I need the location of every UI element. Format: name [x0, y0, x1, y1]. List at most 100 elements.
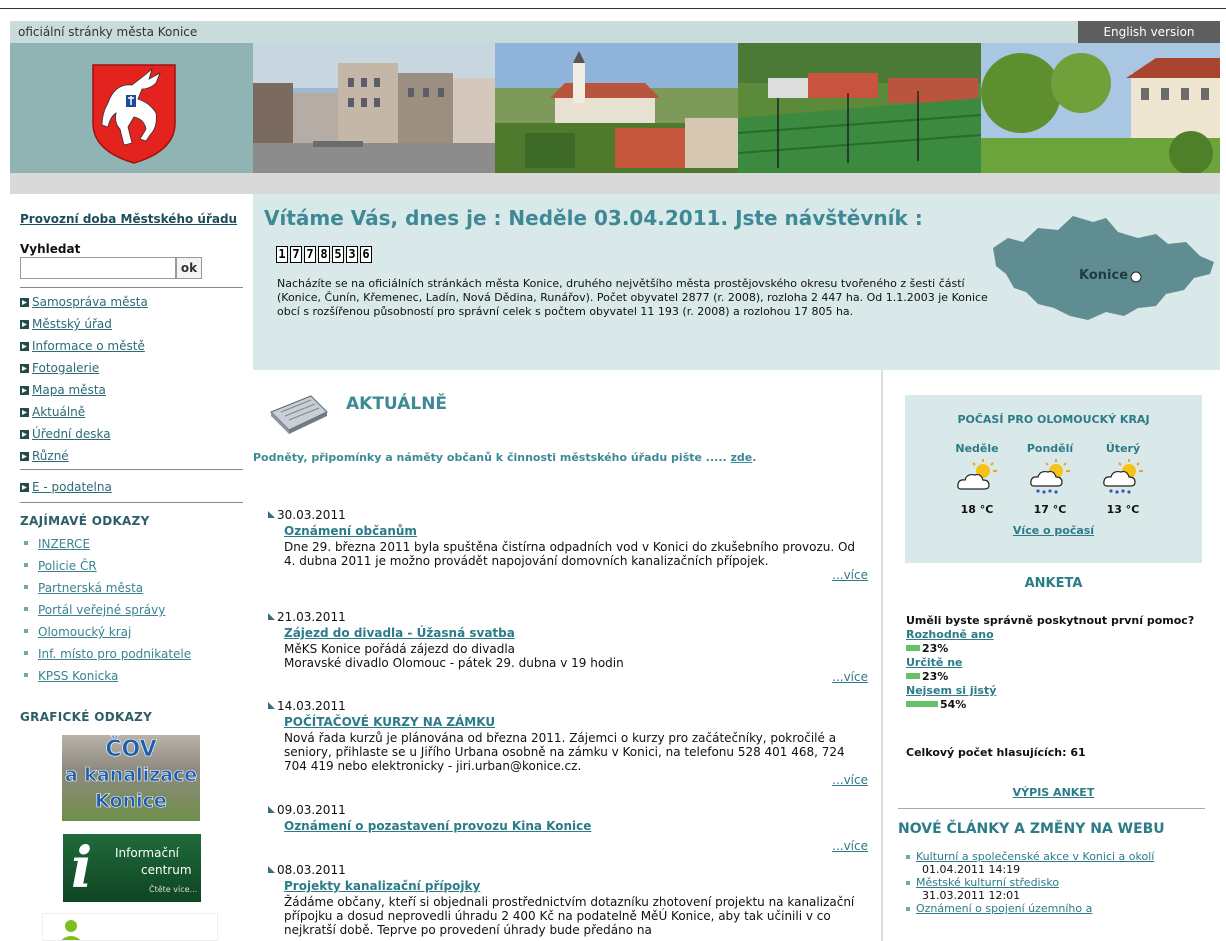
- link-olomoucky-kraj[interactable]: Olomoucký kraj: [20, 621, 243, 643]
- weather-more-link[interactable]: Více o počasí: [905, 524, 1202, 537]
- cov-banner-link[interactable]: ČOV a kanalizace Konice: [62, 735, 200, 821]
- menu-item-mestsky-urad[interactable]: Městský úřad: [20, 313, 243, 335]
- news-column: AKTUÁLNĚ Podněty, připomínky a náměty ob…: [253, 370, 883, 941]
- poll-question: Uměli byste správně poskytnout první pom…: [906, 614, 1195, 627]
- news-title-link[interactable]: Zájezd do divadla - Úžasná svatba: [284, 626, 868, 642]
- poll-result: 54%: [906, 698, 1206, 712]
- menu-item-mapa[interactable]: Mapa města: [20, 379, 243, 401]
- arrow-square-icon: [20, 408, 29, 417]
- epodatelna-menu: E - podatelna: [20, 476, 243, 498]
- search-button[interactable]: ok: [176, 257, 202, 279]
- weather-box: POČASÍ PRO OLOMOUCKÝ KRAJ Neděle Pondělí…: [905, 395, 1202, 563]
- arrow-square-icon: [20, 452, 29, 461]
- link-partnerska-mesta[interactable]: Partnerská města: [20, 577, 243, 599]
- weather-title: POČASÍ PRO OLOMOUCKÝ KRAJ: [957, 413, 1150, 426]
- office-hours-link[interactable]: Provozní doba Městského úřadu: [20, 212, 237, 226]
- new-article-link[interactable]: Městské kulturní středisko: [906, 876, 1196, 889]
- news-item: 08.03.2011 Projekty kanalizační přípojky…: [268, 863, 868, 937]
- menu-item-ruzne[interactable]: Různé: [20, 445, 243, 467]
- menu-item-fotogalerie[interactable]: Fotogalerie: [20, 357, 243, 379]
- news-date: 08.03.2011: [268, 863, 868, 879]
- menu-item-aktualne[interactable]: Aktuálně: [20, 401, 243, 423]
- weather-temp: 13 °C: [1106, 503, 1140, 516]
- poll-bar: [906, 701, 938, 707]
- news-more-link[interactable]: ...více: [268, 670, 868, 686]
- news-body: Žádáme občany, kteří si objednali prostř…: [284, 895, 855, 937]
- feedback-link[interactable]: zde: [731, 451, 753, 464]
- town-photo-2: [495, 43, 738, 173]
- left-sidebar: Provozní doba Městského úřadu Vyhledat o…: [10, 194, 253, 941]
- news-date: 30.03.2011: [268, 508, 868, 524]
- news-item: 30.03.2011 Oznámení občanům Dne 29. břez…: [268, 508, 868, 584]
- link-kpss[interactable]: KPSS Konicka: [20, 665, 243, 687]
- counter-digit: 7: [304, 246, 316, 263]
- rain-sun-icon: [1103, 459, 1143, 494]
- counter-digit: 7: [290, 246, 302, 263]
- poll-result: 23%: [906, 642, 1206, 656]
- menu-item-informace[interactable]: Informace o městě: [20, 335, 243, 357]
- feedback-text: Podněty, připomínky a náměty občanů k či…: [253, 451, 727, 464]
- right-divider: [898, 808, 1205, 809]
- poll-percent: 54%: [940, 698, 967, 711]
- news-date: 21.03.2011: [268, 610, 868, 626]
- new-article-date: 01.04.2011 14:19: [922, 863, 1021, 876]
- bullet-icon: [24, 541, 28, 545]
- new-article-link[interactable]: Oznámení o spojení územního a: [906, 902, 1196, 915]
- link-portal[interactable]: Portál veřejné správy: [20, 599, 243, 621]
- news-item: 09.03.2011 Oznámení o pozastavení provoz…: [268, 803, 868, 855]
- link-policie[interactable]: Policie ČR: [20, 555, 243, 577]
- cov-banner-line2: a kanalizace: [64, 764, 198, 787]
- poll-list-link[interactable]: VÝPIS ANKET: [905, 786, 1202, 799]
- poll-option-link[interactable]: Nejsem si jistý: [906, 684, 1206, 698]
- cov-banner-line1: ČOV: [105, 737, 157, 763]
- partner-logo-link[interactable]: [42, 913, 218, 941]
- list-item: Městské kulturní středisko 31.03.2011 12…: [906, 876, 1196, 902]
- bullet-icon: [24, 629, 28, 633]
- arrow-square-icon: [20, 320, 29, 329]
- new-article-link[interactable]: Kulturní a společenské akce v Konici a o…: [906, 850, 1196, 863]
- news-body: Nová řada kurzů je plánována od března 2…: [284, 731, 845, 773]
- poll-percent: 23%: [922, 642, 949, 655]
- partly-cloudy-icon: [957, 459, 997, 490]
- menu-item-uredni-deska[interactable]: Úřední deska: [20, 423, 243, 445]
- news-more-link[interactable]: ...více: [268, 773, 868, 789]
- link-inf-misto[interactable]: Inf. místo pro podnikatele: [20, 643, 243, 665]
- bullet-icon: [24, 563, 28, 567]
- news-title-link[interactable]: Oznámení občanům: [284, 524, 868, 540]
- poll-percent: 23%: [922, 670, 949, 683]
- visitor-counter: 1 7 7 8 5 3 6: [276, 246, 372, 263]
- news-more-link[interactable]: ...více: [268, 839, 868, 855]
- poll-bar: [906, 673, 920, 679]
- news-date: 14.03.2011: [268, 699, 868, 715]
- bullet-icon: [24, 673, 28, 677]
- town-photo-4: [981, 43, 1220, 173]
- poll-option-link[interactable]: Určitě ne: [906, 656, 1206, 670]
- bullet-icon: [24, 651, 28, 655]
- english-version-link[interactable]: English version: [1078, 21, 1220, 43]
- coat-of-arms-logo[interactable]: [10, 43, 253, 173]
- bullet-icon: [24, 607, 28, 611]
- news-title-link[interactable]: Projekty kanalizační přípojky: [284, 879, 868, 895]
- welcome-panel: Vítáme Vás, dnes je : Neděle 03.04.2011.…: [253, 194, 1220, 370]
- link-inzerce[interactable]: INZERCE: [20, 533, 243, 555]
- info-centre-banner-link[interactable]: i Informační centrum Čtěte více...: [63, 834, 201, 902]
- news-item: 21.03.2011 Zájezd do divadla - Úžasná sv…: [268, 610, 868, 686]
- interesting-links-heading: ZAJÍMAVÉ ODKAZY: [20, 514, 150, 528]
- news-title-link[interactable]: POČÍTAČOVÉ KURZY NA ZÁMKU: [284, 715, 868, 731]
- new-article-date: 31.03.2011 12:01: [922, 889, 1021, 902]
- feedback-notice: Podněty, připomínky a náměty občanů k či…: [253, 451, 756, 464]
- cov-banner-line3: Konice: [95, 790, 167, 813]
- menu-item-epodatelna[interactable]: E - podatelna: [20, 476, 243, 498]
- arrow-square-icon: [20, 483, 29, 492]
- poll-option-link[interactable]: Rozhodně ano: [906, 628, 1206, 642]
- news-more-link[interactable]: ...více: [268, 568, 868, 584]
- counter-digit: 5: [332, 246, 344, 263]
- graphic-links-heading: GRAFICKÉ ODKAZY: [20, 710, 153, 724]
- menu-item-samosprava[interactable]: Samospráva města: [20, 291, 243, 313]
- news-title-link[interactable]: Oznámení o pozastavení provozu Kina Koni…: [284, 819, 868, 835]
- list-item: Kulturní a společenské akce v Konici a o…: [906, 850, 1196, 876]
- site-tagline: oficiální stránky města Konice: [18, 25, 198, 39]
- weather-day: Pondělí: [1026, 442, 1074, 455]
- czech-map[interactable]: Konice: [988, 208, 1218, 328]
- search-input[interactable]: [20, 257, 176, 279]
